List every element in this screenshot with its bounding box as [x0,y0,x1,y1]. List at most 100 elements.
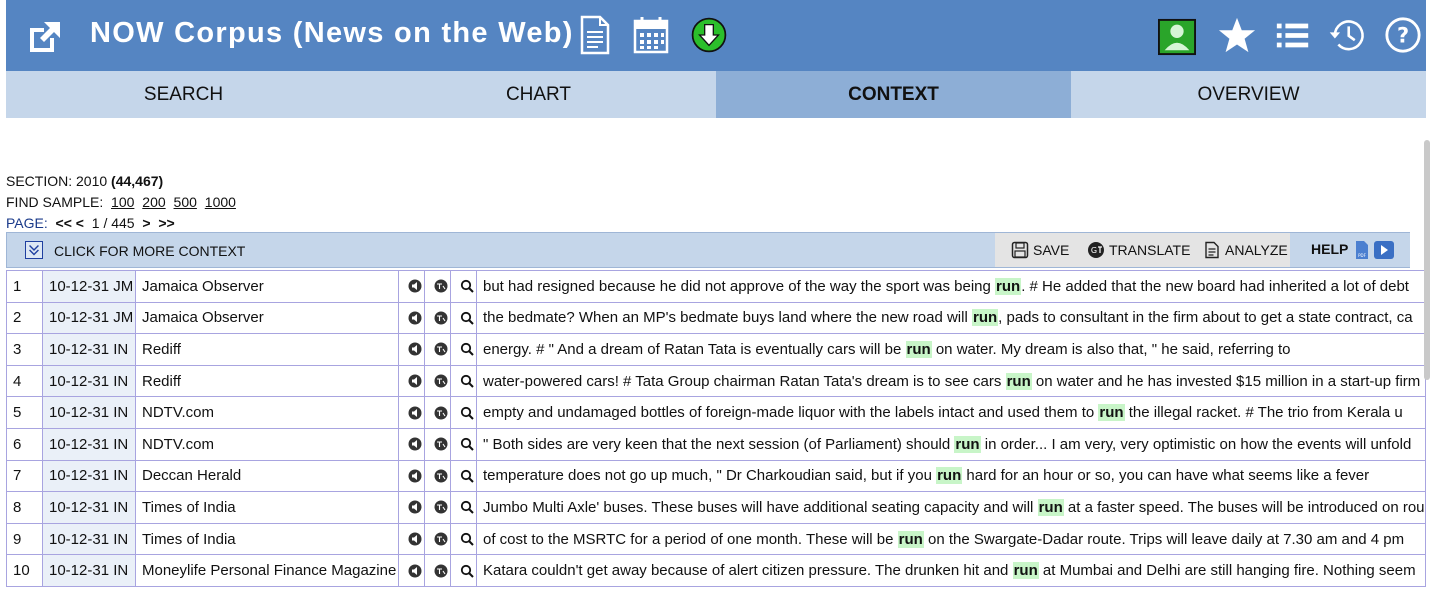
row-source[interactable]: Rediff [135,333,399,366]
tab-chart[interactable]: CHART [361,71,716,118]
keyword-match[interactable]: run [1037,498,1064,516]
user-profile-icon[interactable] [1158,17,1196,57]
translate-label: TRANSLATE [1109,242,1191,258]
row-translate-button[interactable] [424,554,451,587]
sample-option-500[interactable]: 500 [174,194,197,210]
star-icon[interactable] [1218,15,1256,55]
row-source[interactable]: NDTV.com [135,427,399,461]
row-source[interactable]: Moneylife Personal Finance Magazine [135,554,399,587]
tab-context[interactable]: CONTEXT [716,71,1071,118]
prev-page-button[interactable]: < [76,215,84,231]
keyword-match[interactable]: run [1005,372,1032,390]
row-audio-button[interactable] [398,427,425,461]
row-source[interactable]: NDTV.com [135,396,399,429]
row-translate-button[interactable] [424,491,451,524]
keyword-match[interactable]: run [971,309,999,327]
row-source[interactable]: Deccan Herald [135,459,399,493]
translate-button[interactable]: G TRANSLATE [1087,241,1190,259]
row-number: 8 [6,491,43,524]
row-translate-button[interactable] [424,427,451,461]
keyword-match[interactable]: run [897,530,924,548]
audio-speaker-icon [408,469,421,483]
search-icon [460,564,474,578]
row-source[interactable]: Rediff [135,364,399,398]
row-source[interactable]: Times of India [135,522,399,556]
row-source[interactable]: Times of India [135,491,399,524]
find-sample-line: FIND SAMPLE: 100 200 500 1000 [6,192,240,213]
page-label: PAGE: [6,215,48,231]
expand-context-icon[interactable] [25,241,43,259]
page-scrollbar[interactable] [1424,140,1430,380]
download-icon[interactable] [690,15,728,55]
next-page-button[interactable]: > [142,215,150,231]
list-icon[interactable] [1274,15,1312,55]
document-icon[interactable] [576,15,614,55]
row-expand-button[interactable] [450,270,477,303]
row-expand-button[interactable] [450,554,477,587]
translate-globe-icon [434,374,447,388]
save-label: SAVE [1033,242,1070,258]
svg-text:?: ? [1397,24,1409,48]
keyword-match[interactable]: run [954,435,981,453]
keyword-match[interactable]: run [1012,562,1039,580]
sample-option-200[interactable]: 200 [142,194,165,210]
svg-text:PDF: PDF [1358,253,1366,258]
history-icon[interactable] [1328,15,1366,55]
left-context: temperature does not go up much, " Dr Ch… [483,467,937,485]
row-translate-button[interactable] [424,459,451,493]
row-audio-button[interactable] [398,364,425,398]
row-source[interactable]: Jamaica Observer [135,270,399,303]
row-audio-button[interactable] [398,301,425,335]
table-row: 9 10-12-31 IN Times of India of cost to the… [6,522,1426,556]
help-panel: HELP PDF [1290,233,1410,267]
tab-overview[interactable]: OVERVIEW [1071,71,1426,118]
row-number: 4 [6,364,43,398]
results-info: SECTION: 2010 (44,467) FIND SAMPLE: 100 … [6,171,240,234]
row-expand-button[interactable] [450,396,477,429]
translate-globe-icon [434,342,447,356]
row-source[interactable]: Jamaica Observer [135,301,399,335]
right-context: , pads to consultant in the firm about t… [998,309,1413,327]
row-audio-button[interactable] [398,459,425,493]
row-translate-button[interactable] [424,333,451,366]
row-translate-button[interactable] [424,301,451,335]
save-button[interactable]: SAVE [1011,241,1069,259]
row-expand-button[interactable] [450,491,477,524]
pdf-icon[interactable]: PDF [1355,240,1369,260]
calendar-icon[interactable] [632,15,670,55]
row-translate-button[interactable] [424,396,451,429]
keyword-match[interactable]: run [936,467,963,485]
keyword-match[interactable]: run [995,277,1022,295]
row-expand-button[interactable] [450,333,477,366]
keyword-match[interactable]: run [1098,404,1125,422]
row-date: 10-12-31 IN [42,554,136,587]
first-page-button[interactable]: << [56,215,72,231]
row-audio-button[interactable] [398,554,425,587]
row-audio-button[interactable] [398,270,425,303]
help-icon[interactable]: ? [1384,15,1422,55]
row-translate-button[interactable] [424,270,451,303]
keyword-match[interactable]: run [905,340,932,358]
video-play-icon[interactable] [1374,241,1394,259]
help-link[interactable]: HELP [1311,241,1348,257]
row-expand-button[interactable] [450,301,477,335]
row-audio-button[interactable] [398,491,425,524]
more-context-link[interactable]: CLICK FOR MORE CONTEXT [54,243,245,259]
row-audio-button[interactable] [398,333,425,366]
search-icon [460,438,474,451]
sample-option-1000[interactable]: 1000 [205,194,236,210]
row-audio-button[interactable] [398,522,425,556]
row-expand-button[interactable] [450,427,477,461]
row-expand-button[interactable] [450,459,477,493]
search-icon [460,343,474,357]
external-link-icon[interactable] [26,18,64,56]
row-translate-button[interactable] [424,364,451,398]
sample-option-100[interactable]: 100 [111,194,134,210]
row-translate-button[interactable] [424,522,451,556]
row-audio-button[interactable] [398,396,425,429]
row-expand-button[interactable] [450,364,477,398]
row-expand-button[interactable] [450,522,477,556]
last-page-button[interactable]: >> [158,215,174,231]
analyze-button[interactable]: ANALYZE [1203,241,1288,259]
tab-search[interactable]: SEARCH [6,71,361,118]
